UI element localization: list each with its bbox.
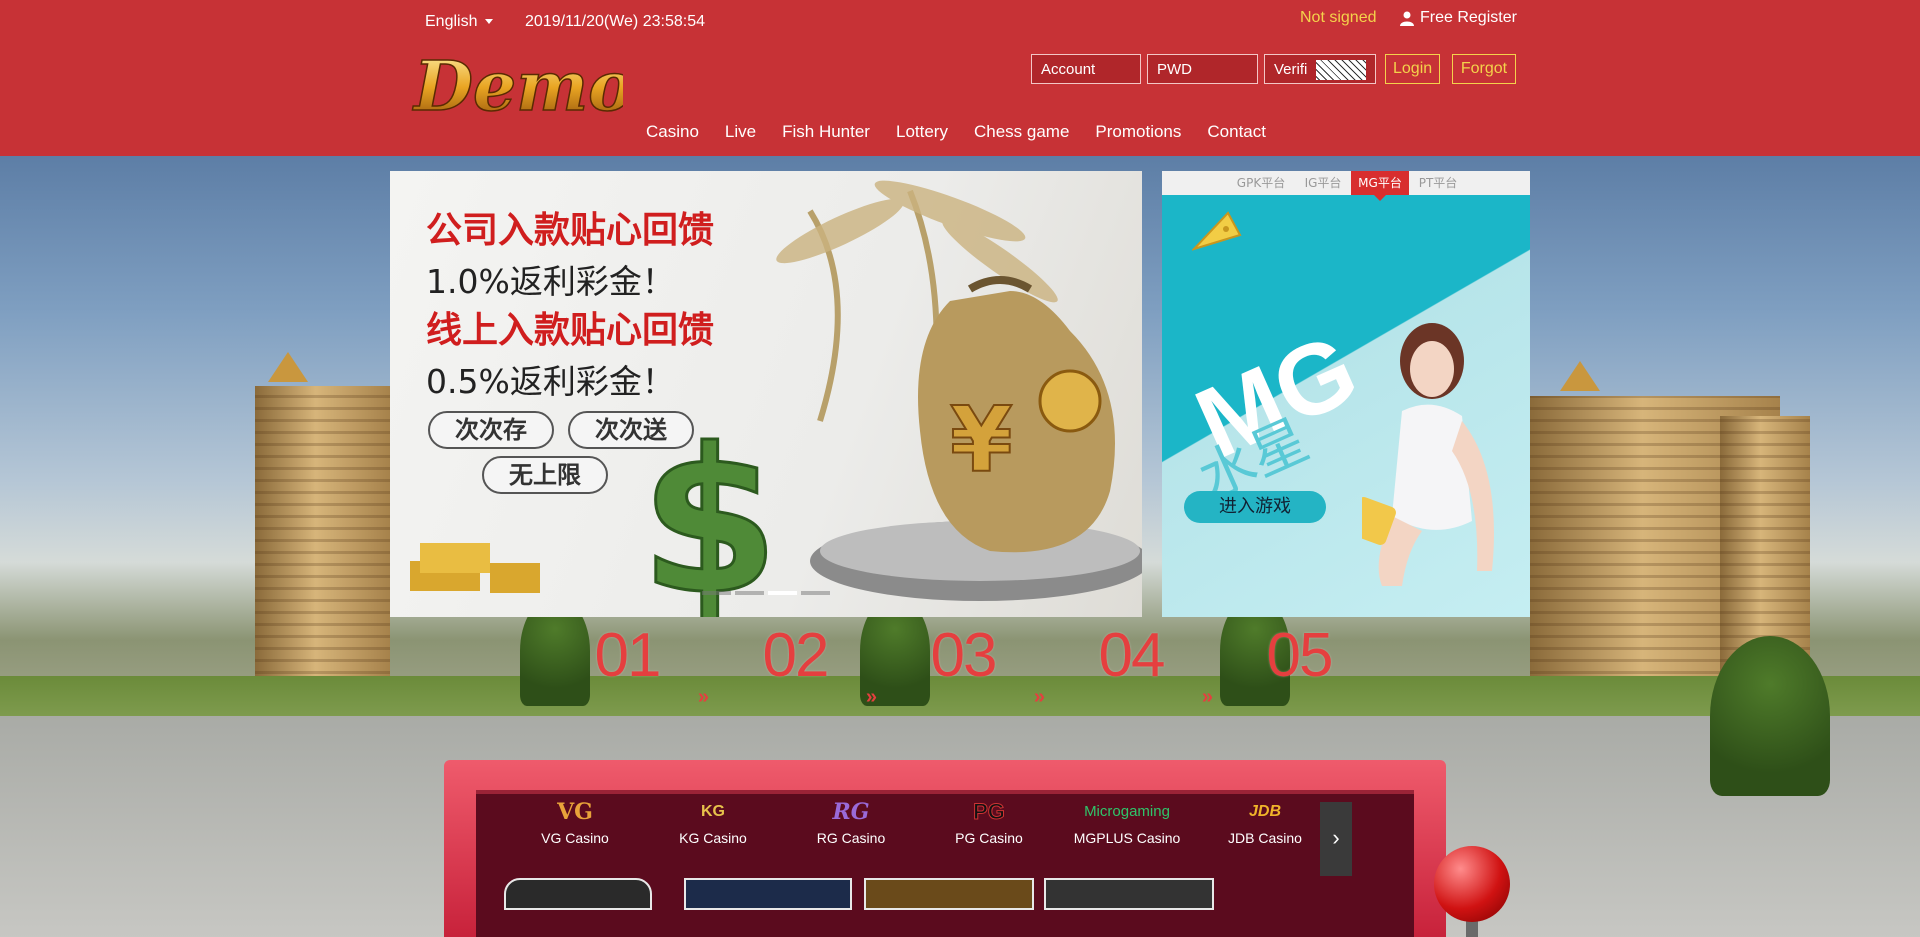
site-header: English 2019/11/20(We) 23:58:54 Not sign…: [0, 0, 1920, 156]
double-chevron-right-icon: »: [1201, 686, 1213, 708]
double-chevron-right-icon: »: [865, 686, 877, 708]
slot-lever[interactable]: [1434, 846, 1510, 922]
password-input[interactable]: [1147, 54, 1258, 84]
provider-vg[interactable]: VG VG Casino: [506, 790, 644, 868]
step-number: 02: [762, 621, 830, 690]
tab-ig[interactable]: IG平台: [1298, 171, 1348, 195]
nav-contact[interactable]: Contact: [1207, 122, 1266, 142]
double-chevron-right-icon: »: [1033, 686, 1045, 708]
step-item: 05: [1215, 620, 1383, 740]
palm-tree: [1710, 636, 1830, 796]
platform-tabs: GPK平台 IG平台 MG平台 PT平台: [1162, 171, 1530, 201]
game-thumbnail[interactable]: [864, 878, 1034, 910]
datetime: 2019/11/20(We) 23:58:54: [525, 13, 705, 30]
background-building: [255, 386, 390, 686]
provider-jdb[interactable]: JDB JDB Casino: [1196, 790, 1334, 868]
provider-name: JDB Casino: [1228, 830, 1302, 846]
game-thumbnail[interactable]: [684, 878, 852, 910]
nav-lottery[interactable]: Lottery: [896, 122, 948, 142]
login-button[interactable]: Login: [1385, 54, 1440, 84]
game-thumbnail[interactable]: [504, 878, 652, 910]
svg-text:$: $: [640, 406, 779, 617]
provider-logo: KG: [701, 803, 725, 820]
user-icon: [1400, 11, 1414, 26]
nav-live[interactable]: Live: [725, 122, 756, 142]
tab-gpk[interactable]: GPK平台: [1232, 171, 1290, 195]
background-roof: [268, 352, 308, 382]
money-illustration: ¥ $: [410, 180, 1142, 617]
tab-pt[interactable]: PT平台: [1413, 171, 1463, 195]
forgot-button[interactable]: Forgot: [1452, 54, 1516, 84]
nav-chess-game[interactable]: Chess game: [974, 122, 1069, 142]
enter-game-button[interactable]: 进入游戏: [1184, 491, 1326, 523]
carousel-dot[interactable]: [801, 591, 830, 595]
nav-promotions[interactable]: Promotions: [1095, 122, 1181, 142]
step-number: 04: [1098, 621, 1166, 690]
steps-bar: 01 » 02 » 03 » 04 » 05: [543, 620, 1383, 740]
captcha-image[interactable]: [1316, 60, 1366, 80]
carousel-dot[interactable]: [768, 591, 797, 595]
verification-input[interactable]: Verifi: [1264, 54, 1376, 84]
step-item: 01 »: [543, 620, 711, 740]
platform-banner[interactable]: GPK平台 IG平台 MG平台 PT平台 MG 水星 进入游戏: [1162, 171, 1530, 617]
carousel-dot[interactable]: [702, 591, 731, 595]
tab-mg[interactable]: MG平台: [1351, 171, 1409, 201]
provider-rg[interactable]: RG RG Casino: [782, 790, 920, 868]
main-nav: Casino Live Fish Hunter Lottery Chess ga…: [646, 122, 1292, 142]
account-input[interactable]: [1031, 54, 1141, 84]
step-number: 01: [594, 621, 662, 690]
provider-logo: Microgaming: [1084, 803, 1170, 820]
step-number: 03: [930, 621, 998, 690]
verification-label: Verifi: [1274, 61, 1308, 78]
provider-name: RG Casino: [816, 830, 886, 846]
double-chevron-right-icon: »: [697, 686, 709, 708]
svg-text:¥: ¥: [950, 388, 1013, 493]
site-logo[interactable]: Demo: [408, 46, 634, 128]
promo-banner[interactable]: 公司入款贴心回馈 1.0%返利彩金！ 线上入款贴心回馈 0.5%返利彩金！ 次次…: [390, 171, 1142, 617]
top-bar: English 2019/11/20(We) 23:58:54 Not sign…: [0, 0, 1920, 44]
provider-logo: VG: [557, 799, 593, 825]
carousel-indicators: [702, 591, 830, 595]
step-number: 05: [1266, 621, 1334, 690]
cheese-icon: [1192, 211, 1242, 251]
step-item: 02 »: [711, 620, 879, 740]
svg-text:Demo: Demo: [412, 47, 623, 127]
provider-kg[interactable]: KG KG Casino: [644, 790, 782, 868]
provider-logo: JDB: [1248, 803, 1281, 820]
provider-name: VG Casino: [541, 830, 609, 846]
background-roof: [1560, 361, 1600, 391]
provider-logo: RG: [832, 799, 870, 825]
step-item: 04 »: [1047, 620, 1215, 740]
carousel-dot[interactable]: [735, 591, 764, 595]
language-selector[interactable]: English: [425, 13, 494, 31]
free-register-label: Free Register: [1420, 9, 1517, 26]
provider-mgplus[interactable]: Microgaming MGPLUS Casino: [1058, 790, 1196, 868]
provider-name: PG Casino: [955, 830, 1023, 846]
language-label: English: [425, 13, 478, 30]
provider-list: VG VG Casino KG KG Casino RG RG Casino P…: [506, 790, 1366, 868]
provider-logo: PG: [973, 799, 1006, 825]
chevron-down-icon: [485, 19, 494, 25]
game-thumbnail[interactable]: [1044, 878, 1214, 910]
step-item: 03 »: [879, 620, 1047, 740]
model-illustration: [1362, 323, 1494, 586]
chevron-right-icon[interactable]: ›: [1320, 802, 1352, 876]
free-register-link[interactable]: Free Register: [1400, 9, 1517, 27]
provider-name: KG Casino: [679, 830, 747, 846]
nav-casino[interactable]: Casino: [646, 122, 699, 142]
login-status: Not signed: [1300, 9, 1377, 26]
nav-fish-hunter[interactable]: Fish Hunter: [782, 122, 870, 142]
provider-name: MGPLUS Casino: [1073, 830, 1181, 846]
game-cabinet: VG VG Casino KG KG Casino RG RG Casino P…: [444, 760, 1446, 937]
provider-pg[interactable]: PG PG Casino: [920, 790, 1058, 868]
